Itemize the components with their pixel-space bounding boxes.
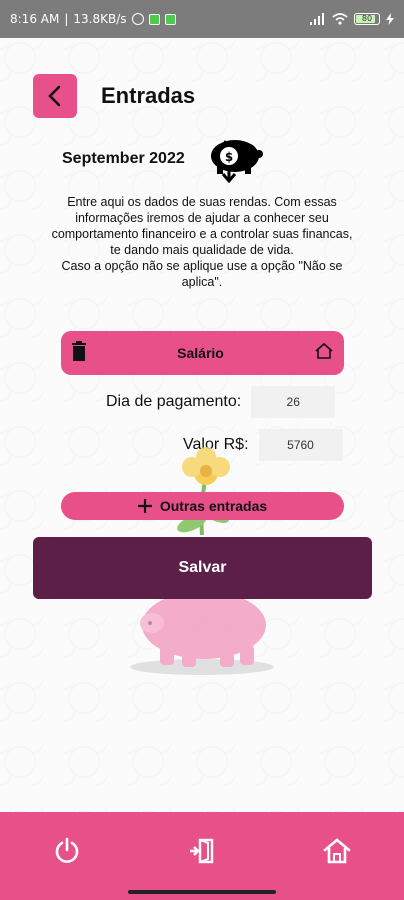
- trash-icon: [72, 341, 86, 361]
- month-label: September 2022: [62, 150, 185, 167]
- wifi-icon: [332, 13, 348, 25]
- page-header: Entradas: [33, 74, 195, 118]
- other-entries-label: Outras entradas: [159, 498, 268, 514]
- add-other-entries-button[interactable]: Outras entradas: [61, 492, 344, 520]
- logout-door-icon: [190, 838, 214, 864]
- save-button[interactable]: Salvar: [33, 537, 372, 599]
- svg-text:$: $: [225, 150, 233, 164]
- intro-text: Entre aqui os dados de suas rendas. Com …: [46, 194, 358, 290]
- payment-day-row: Dia de pagamento:: [106, 386, 336, 418]
- power-button[interactable]: [50, 834, 84, 868]
- home-outline-icon: [315, 342, 333, 359]
- intro-paragraph: Entre aqui os dados de suas rendas. Com …: [51, 195, 353, 257]
- battery-level: 80: [361, 14, 373, 23]
- power-icon: [55, 837, 79, 863]
- status-bar: 8:16 AM | 13.8KB/s 80: [0, 0, 404, 38]
- payment-day-input[interactable]: [251, 386, 336, 418]
- battery-icon: 80: [354, 13, 380, 25]
- chevron-left-icon: [48, 85, 61, 107]
- month-row: September 2022 $: [62, 134, 265, 184]
- logout-button[interactable]: [185, 834, 219, 868]
- save-label: Salvar: [178, 559, 227, 576]
- entry-home-button[interactable]: [314, 342, 334, 364]
- intro-note: Caso a opção não se aplique use a opção …: [61, 259, 343, 289]
- page-title: Entradas: [101, 83, 196, 108]
- alarm-icon: [131, 13, 144, 25]
- plus-icon: [137, 499, 152, 513]
- entry-title: Salário: [177, 345, 224, 361]
- status-time: 8:16 AM: [10, 12, 60, 26]
- gesture-bar: [128, 890, 276, 894]
- home-icon: [323, 838, 351, 864]
- delete-button[interactable]: [71, 341, 87, 365]
- charging-icon: [386, 13, 394, 25]
- app-notification-icon: [148, 13, 160, 25]
- signal-icon: [310, 13, 324, 25]
- home-button[interactable]: [320, 834, 354, 868]
- payment-day-label: Dia de pagamento:: [106, 393, 242, 410]
- app-notification-icon: [164, 13, 176, 25]
- back-button[interactable]: [33, 74, 77, 118]
- income-entry-card: Salário: [61, 331, 344, 375]
- bottom-navigation: [0, 812, 404, 900]
- network-speed: 13.8KB/s: [73, 12, 127, 26]
- piggy-bank-income-icon: $: [210, 140, 263, 184]
